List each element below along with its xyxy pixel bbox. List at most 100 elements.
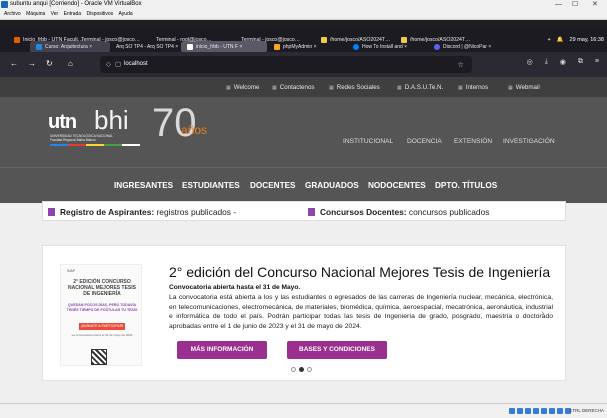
home-icon[interactable]: ⌂ bbox=[68, 59, 73, 68]
vbox-titlebar: subuntu anqui [Corriendo] - Oracle VM Vi… bbox=[0, 0, 607, 9]
window-item[interactable]: /home/josco/ASO2024T… bbox=[395, 29, 470, 50]
featured-slide: INAP 2° EDICIÓN CONCURSO NACIONAL MEJORE… bbox=[42, 245, 566, 381]
window-item[interactable]: Terminal - josco@josco… bbox=[75, 29, 140, 50]
usb-icon[interactable] bbox=[541, 408, 547, 414]
maximize-icon[interactable]: ☐ bbox=[572, 0, 578, 9]
carousel-dots bbox=[291, 367, 312, 372]
logo-stripe bbox=[50, 144, 140, 146]
utn-logo[interactable]: utn bhi UNIVERSIDAD TECNOLÓGICA NACIONAL… bbox=[48, 105, 148, 147]
moodle-icon bbox=[36, 44, 42, 50]
page-icon: ▢ bbox=[115, 61, 122, 68]
link-webmail[interactable]: Webmail bbox=[508, 84, 540, 91]
poster-logo: INAP bbox=[67, 269, 76, 273]
vbox-statusbar: CTRL DERECHA bbox=[0, 403, 607, 418]
audio-icon[interactable] bbox=[525, 408, 531, 414]
logo-utn: utn bbox=[48, 111, 77, 133]
link-internos[interactable]: Internos bbox=[458, 84, 488, 91]
poster-badge: ¡ANÍMATE A PARTICIPAR! bbox=[79, 323, 125, 330]
system-tray: + 🔔 29 may, 16:38 bbox=[547, 27, 604, 52]
nav-docentes[interactable]: DOCENTES bbox=[250, 181, 296, 190]
nav-extension[interactable]: EXTENSIÓN bbox=[454, 138, 492, 145]
clock[interactable]: 29 may, 16:38 bbox=[570, 37, 604, 43]
link-contactenos[interactable]: Contactenos bbox=[272, 84, 315, 91]
web-page: Welcome Contactenos Redes Sociales D.A.S… bbox=[0, 77, 607, 403]
new-tab-icon[interactable]: + bbox=[547, 37, 550, 43]
link-welcome[interactable]: Welcome bbox=[226, 84, 260, 91]
nav-estudiantes[interactable]: ESTUDIANTES bbox=[182, 181, 240, 190]
link-dasuten[interactable]: D.A.S.U.Te.N. bbox=[397, 84, 444, 91]
carousel-dot[interactable] bbox=[307, 367, 312, 372]
logo-subtitle: UNIVERSIDAD TECNOLÓGICA NACIONAL Facultad… bbox=[50, 134, 113, 142]
feature-subtitle: Convocatoria abierta hasta el 31 de Mayo… bbox=[169, 284, 301, 291]
link-redes-sociales[interactable]: Redes Sociales bbox=[329, 84, 380, 91]
nav-ingresantes[interactable]: INGRESANTES bbox=[114, 181, 173, 190]
url-bar[interactable]: ◇ ▢ localhost ☆ bbox=[100, 56, 472, 73]
window-item[interactable]: /home/josco/ASO2024T… bbox=[315, 29, 390, 50]
carousel-dot[interactable] bbox=[299, 367, 304, 372]
site-banner: utn bhi UNIVERSIDAD TECNOLÓGICA NACIONAL… bbox=[0, 97, 607, 167]
folder-icon bbox=[321, 36, 327, 43]
extensions-icon[interactable]: ⧉ bbox=[578, 58, 583, 66]
bell-icon[interactable]: 🔔 bbox=[557, 37, 564, 43]
back-icon[interactable]: ← bbox=[10, 59, 18, 68]
optical-icon[interactable] bbox=[517, 408, 523, 414]
poster-note: La convocatoria cierra el 31 de mayo de … bbox=[71, 333, 133, 337]
forward-icon[interactable]: → bbox=[28, 59, 36, 68]
guest-window-list: Inicio_frbb - UTN Facult… Curso: Arquite… bbox=[0, 27, 607, 53]
info-concursos[interactable]: Concursos Docentes: concursos publicados bbox=[308, 207, 489, 217]
poster-title: 2° EDICIÓN CONCURSO NACIONAL MEJORES TES… bbox=[68, 279, 136, 297]
pocket-icon[interactable]: ◎ bbox=[527, 58, 533, 66]
url-text[interactable]: localhost bbox=[124, 61, 148, 67]
nav-investigacion[interactable]: INVESTIGACIÓN bbox=[503, 138, 555, 145]
toolbar-right: ◎ ⤓ ◉ ⧉ ≡ bbox=[527, 58, 599, 66]
nav-nodocentes[interactable]: NODOCENTES bbox=[368, 181, 426, 190]
nav-institucional[interactable]: INSTITUCIONAL bbox=[343, 138, 393, 145]
shared-folder-icon[interactable] bbox=[549, 408, 555, 414]
guest-top-strip bbox=[0, 20, 607, 27]
window-item[interactable]: Terminal - root@josco… bbox=[150, 29, 212, 50]
account-icon[interactable]: ◉ bbox=[560, 58, 566, 66]
close-icon[interactable]: ✕ bbox=[592, 0, 598, 9]
menu-entrada[interactable]: Entrada bbox=[64, 11, 82, 17]
nav-docencia[interactable]: DOCENCIA bbox=[407, 138, 442, 145]
info-registro[interactable]: Registro de Aspirantes: registros public… bbox=[48, 207, 236, 217]
menu-ver[interactable]: Ver bbox=[51, 11, 59, 17]
anniversary-anos: años bbox=[181, 123, 208, 137]
status-icons bbox=[509, 408, 571, 414]
nav-dpto-titulos[interactable]: DPTO. TÍTULOS bbox=[435, 181, 497, 190]
network-icon[interactable] bbox=[533, 408, 539, 414]
hdd-icon[interactable] bbox=[509, 408, 515, 414]
browser-navbar: ← → ↻ ⌂ ◇ ▢ localhost ☆ ◎ ⤓ ◉ ⧉ ≡ bbox=[0, 52, 607, 77]
menu-archivo[interactable]: Archivo bbox=[4, 11, 21, 17]
host-key: CTRL DERECHA bbox=[569, 408, 604, 413]
poster-message: QUEDAN POCOS DÍAS, PERO TODAVÍA TENÉS TI… bbox=[66, 303, 138, 312]
menu-dispositivos[interactable]: Dispositivos bbox=[86, 11, 113, 17]
feature-body: La convocatoria está abierta a los y las… bbox=[169, 294, 553, 331]
shield-icon: ◇ bbox=[106, 61, 111, 68]
vbox-menubar: Archivo Máquina Ver Entrada Dispositivos… bbox=[0, 9, 607, 20]
folder-icon bbox=[401, 36, 407, 43]
firefox-icon bbox=[14, 36, 20, 43]
menu-maquina[interactable]: Máquina bbox=[26, 11, 45, 17]
qr-code bbox=[91, 349, 107, 365]
carousel-next-icon[interactable]: › bbox=[541, 308, 544, 319]
reload-icon[interactable]: ↻ bbox=[46, 59, 53, 68]
bookmark-star-icon[interactable]: ☆ bbox=[457, 56, 464, 73]
carousel-dot[interactable] bbox=[291, 367, 296, 372]
bases-condiciones-button[interactable]: BASES Y CONDICIONES bbox=[287, 341, 387, 359]
contest-poster: INAP 2° EDICIÓN CONCURSO NACIONAL MEJORE… bbox=[60, 264, 142, 366]
display-icon[interactable] bbox=[557, 408, 563, 414]
virtualbox-icon bbox=[1, 1, 8, 8]
site-topbar: Welcome Contactenos Redes Sociales D.A.S… bbox=[0, 77, 607, 97]
logo-bhi: bhi bbox=[94, 105, 129, 135]
info-bar: Registro de Aspirantes: registros public… bbox=[42, 201, 566, 221]
bookmark-icon bbox=[308, 208, 315, 216]
window-item[interactable]: Terminal - josco@josco… bbox=[235, 29, 305, 50]
mas-informacion-button[interactable]: MÁS INFORMACIÓN bbox=[177, 341, 267, 359]
nav-graduados[interactable]: GRADUADOS bbox=[305, 181, 359, 190]
minimize-icon[interactable]: — bbox=[555, 0, 562, 9]
download-icon[interactable]: ⤓ bbox=[545, 58, 548, 66]
menu-icon[interactable]: ≡ bbox=[595, 58, 599, 66]
menu-ayuda[interactable]: Ayuda bbox=[119, 11, 133, 17]
feature-heading: 2° edición del Concurso Nacional Mejores… bbox=[169, 264, 551, 280]
